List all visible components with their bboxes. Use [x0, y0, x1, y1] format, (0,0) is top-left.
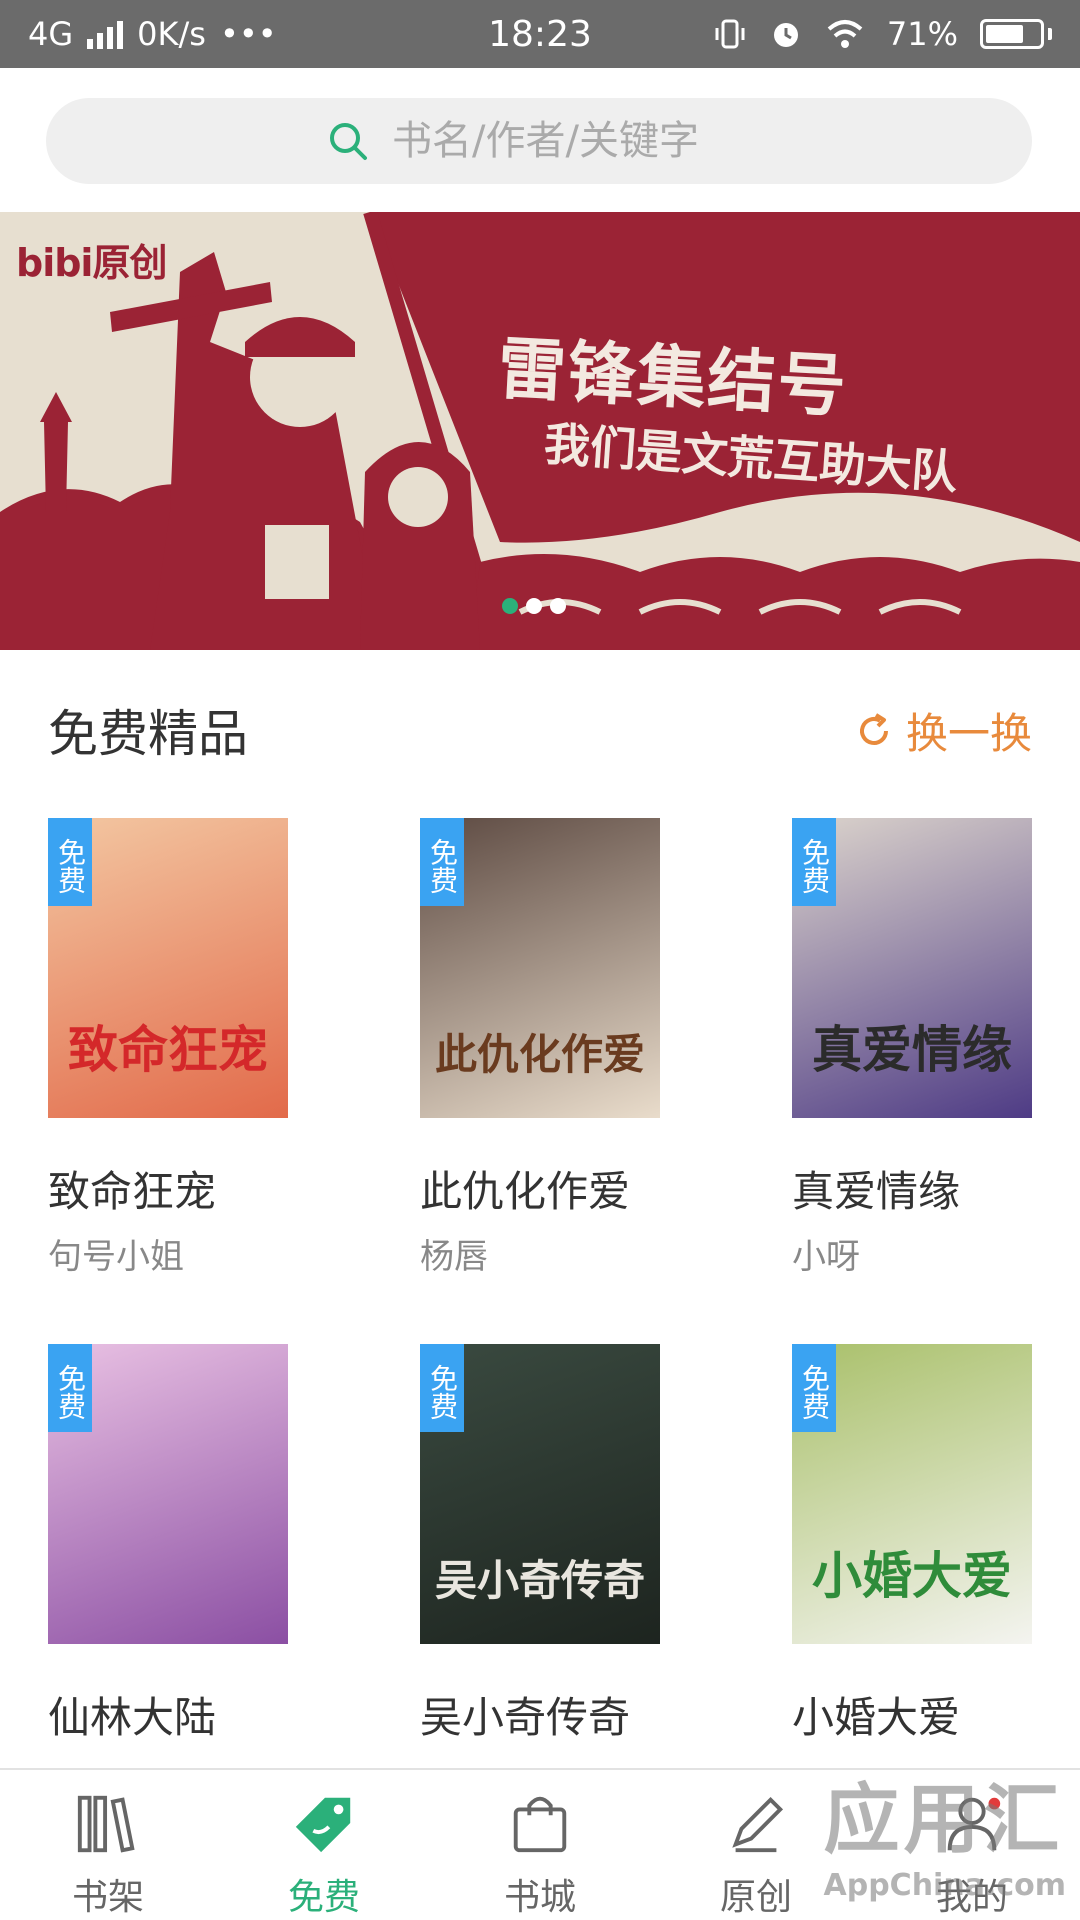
cover-title-art: 此仇化作爱: [434, 1030, 645, 1079]
free-picks-header: 免费精品 换一换: [0, 650, 1080, 800]
nav-bookshelf[interactable]: 书架: [0, 1770, 216, 1920]
cover-title-art: 真爱情缘: [812, 1020, 1012, 1079]
book-cover[interactable]: 免费小婚大爱: [792, 1344, 1032, 1644]
cover-title-art: 吴小奇传奇: [434, 1556, 645, 1605]
bottom-nav: 书架 免费 书城 原创 我的: [0, 1768, 1080, 1920]
alarm-icon: [773, 23, 798, 47]
book-title[interactable]: 仙林大陆: [48, 1684, 348, 1745]
search-box[interactable]: [46, 98, 1032, 184]
banner-pagination: [502, 598, 566, 614]
status-right: 71%: [692, 15, 1052, 53]
book-card[interactable]: 免费 吴小奇传奇 吴小奇传奇: [420, 1344, 720, 1745]
book-card[interactable]: 免费 小婚大爱 小婚大爱: [792, 1344, 1080, 1745]
book-title[interactable]: 真爱情缘: [792, 1158, 1080, 1219]
book-title[interactable]: 小婚大爱: [792, 1684, 1080, 1745]
cover-title-art: 致命狂宠: [68, 1020, 268, 1079]
book-author: 杨唇: [420, 1237, 488, 1277]
cover-title-art: 小婚大爱: [812, 1546, 1012, 1605]
book-cover[interactable]: 免费吴小奇传奇: [420, 1344, 660, 1644]
book-cover[interactable]: 免费此仇化作爱: [420, 818, 660, 1118]
book-title[interactable]: 此仇化作爱: [420, 1158, 720, 1219]
book-cover[interactable]: 免费真爱情缘: [792, 818, 1032, 1118]
banner-dot[interactable]: [502, 598, 518, 614]
status-bar: 4G 0K/s ••• 18:23 71%: [0, 0, 1080, 68]
wifi-icon: [827, 20, 863, 48]
nav-original[interactable]: 原创: [648, 1770, 864, 1920]
refresh-label: 换一换: [905, 709, 1032, 758]
network-speed: 0K/s: [137, 15, 206, 53]
section-title: 免费精品: [48, 705, 248, 763]
free-badge: 免费: [792, 1344, 836, 1432]
free-badge: 免费: [420, 818, 464, 906]
pen-icon: [732, 1796, 784, 1853]
vibrate-icon: [715, 19, 745, 49]
nav-label-bookstore: 书城: [503, 1877, 576, 1918]
search-icon: [330, 123, 367, 160]
book-title[interactable]: 致命狂宠: [48, 1158, 348, 1219]
refresh-icon: [860, 712, 888, 745]
free-badge: 免费: [792, 818, 836, 906]
status-left: 4G 0K/s •••: [28, 15, 388, 53]
battery-percent: 71%: [886, 15, 958, 53]
book-author: 小呀: [792, 1237, 860, 1277]
nav-label-original: 原创: [719, 1877, 792, 1918]
refresh-button[interactable]: 换一换: [854, 700, 1032, 761]
nav-label-profile: 我的: [935, 1877, 1008, 1918]
nav-bookstore[interactable]: 书城: [432, 1770, 648, 1920]
nav-label-free: 免费: [287, 1877, 360, 1918]
shopping-bag-icon: [513, 1796, 567, 1853]
network-type: 4G: [28, 15, 74, 53]
bookshelf-icon: [77, 1795, 135, 1853]
free-badge: 免费: [420, 1344, 464, 1432]
clock: 18:23: [488, 13, 592, 55]
signal-icon: [87, 19, 124, 49]
book-cover[interactable]: 免费: [48, 1344, 288, 1644]
promo-banner[interactable]: bibi原创 雷锋集结号 我们是文荒互助大队: [0, 212, 1080, 650]
book-cover[interactable]: 免费致命狂宠: [48, 818, 288, 1118]
book-card[interactable]: 免费 此仇化作爱 此仇化作爱 杨唇: [420, 818, 720, 1278]
book-card[interactable]: 免费 致命狂宠 致命狂宠 句号小姐: [48, 818, 348, 1278]
banner-dot[interactable]: [526, 598, 542, 614]
battery-icon: [980, 19, 1052, 49]
book-card[interactable]: 免费 真爱情缘 真爱情缘 小呀: [792, 818, 1080, 1278]
more-indicator: •••: [219, 15, 277, 53]
book-card[interactable]: 免费 仙林大陆: [48, 1344, 348, 1745]
nav-profile[interactable]: 我的: [864, 1770, 1080, 1920]
search-input[interactable]: [392, 118, 752, 164]
nav-free[interactable]: 免费: [216, 1770, 432, 1920]
banner-logo: bibi原创: [16, 241, 167, 285]
free-badge: 免费: [48, 818, 92, 906]
user-icon: [947, 1797, 1001, 1851]
search-area: [0, 68, 1080, 212]
banner-dot[interactable]: [550, 598, 566, 614]
nav-label-bookshelf: 书架: [71, 1877, 144, 1918]
book-title[interactable]: 吴小奇传奇: [420, 1684, 720, 1745]
free-badge: 免费: [48, 1344, 92, 1432]
tag-icon: [295, 1797, 351, 1853]
book-author: 句号小姐: [48, 1237, 184, 1277]
